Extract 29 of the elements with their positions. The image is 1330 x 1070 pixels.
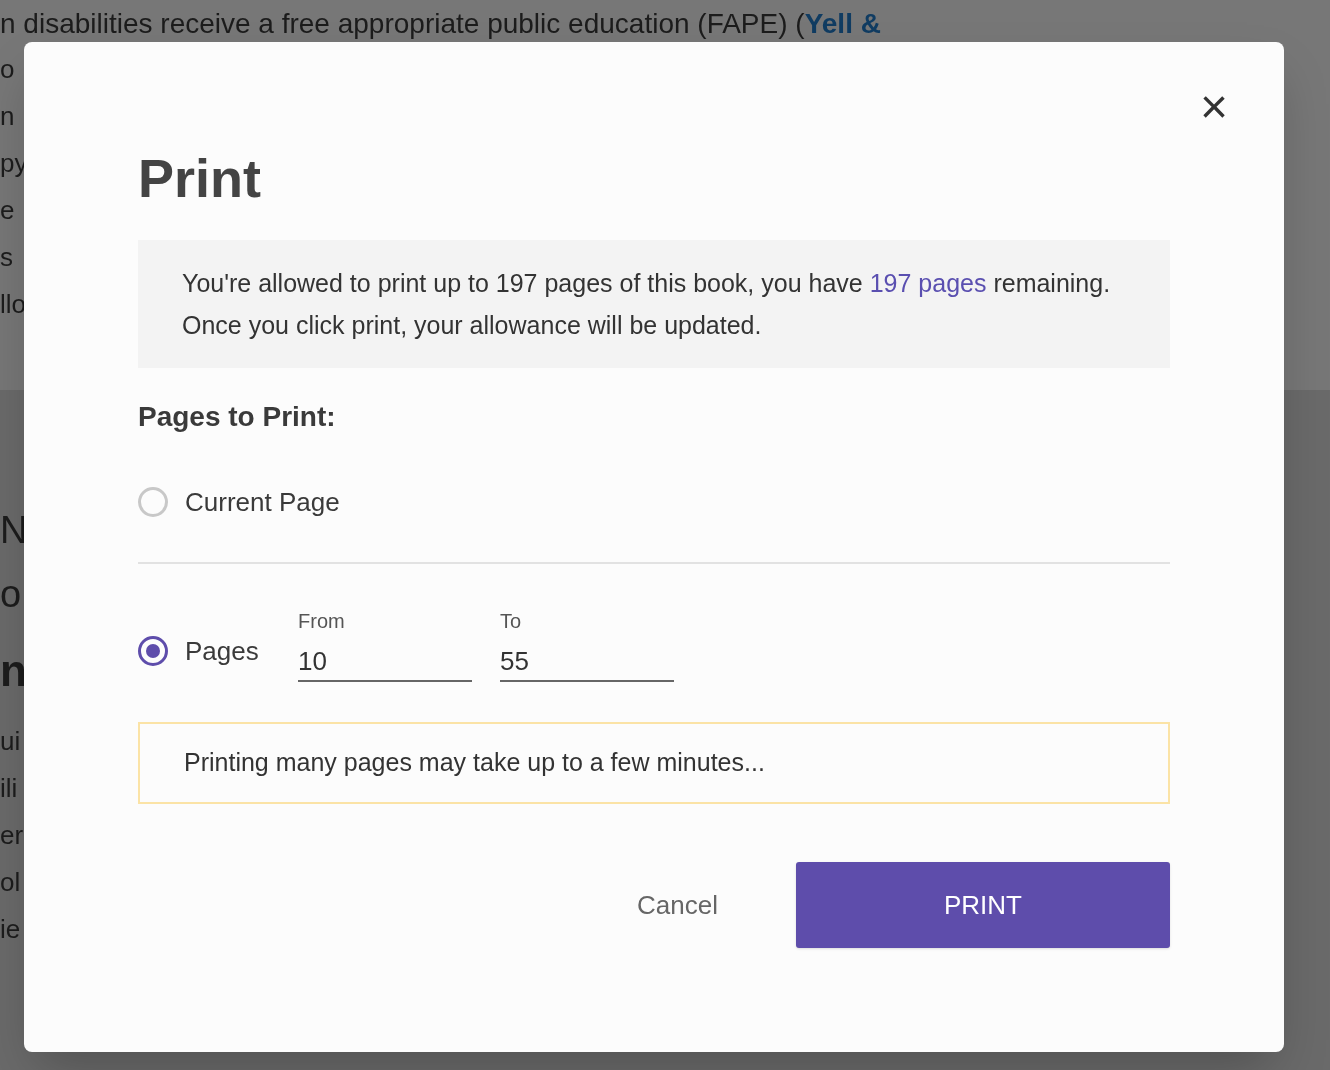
background-text: n <box>0 100 15 133</box>
allowance-notice: You're allowed to print up to 197 pages of this book, you have 197 pages remaining. Once you click print, your allowance will be updated. <box>138 240 1170 368</box>
close-button[interactable]: × <box>1194 82 1234 132</box>
radio-button[interactable] <box>138 636 168 666</box>
cancel-button[interactable]: Cancel <box>625 862 730 948</box>
background-text: llo <box>0 288 26 321</box>
background-text: o <box>0 572 22 617</box>
background-text: e <box>0 194 15 227</box>
warning-message: Printing many pages may take up to a few minutes... <box>138 722 1170 804</box>
background-text: ol <box>0 866 21 899</box>
field-label: From <box>298 609 345 634</box>
background-text: n disabilities receive a free appropriate public education (FAPE) (Yell & <box>0 7 881 41</box>
background-text: N <box>0 508 28 553</box>
section-label: Pages to Print: <box>138 400 336 434</box>
background-text: ui <box>0 725 21 758</box>
background-text: er <box>0 819 24 852</box>
background-text: ili <box>0 772 18 805</box>
pages-link[interactable]: 197 pages <box>869 269 987 297</box>
radio-label[interactable]: Current Page <box>185 482 340 522</box>
print-button[interactable]: PRINT <box>796 862 1170 948</box>
background-text: ie <box>0 913 21 946</box>
radio-label[interactable]: Pages <box>185 631 281 671</box>
field-label: To <box>500 609 522 634</box>
background-text: o <box>0 53 15 86</box>
background-text: n <box>0 645 27 697</box>
background-text: s <box>0 241 13 274</box>
dialog-title: Print <box>138 147 261 210</box>
page-number-field[interactable]: 10 <box>298 640 472 682</box>
page-number-field[interactable]: 55 <box>500 640 674 682</box>
